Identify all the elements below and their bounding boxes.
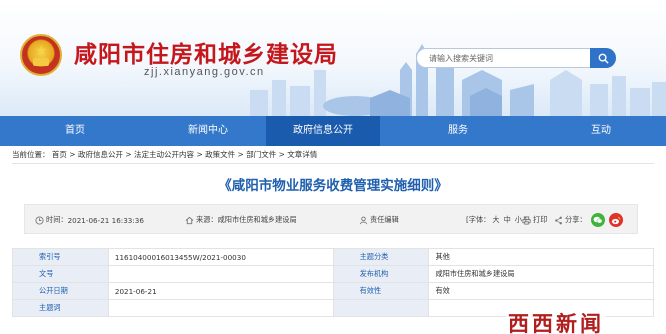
nav-item-gov-info[interactable]: 政府信息公开 xyxy=(266,116,380,146)
article-source: 来源： 咸阳市住房和城乡建设局 xyxy=(185,205,297,235)
breadcrumb-separator: > xyxy=(69,150,76,159)
search-button[interactable] xyxy=(590,48,616,68)
clock-icon xyxy=(35,215,44,225)
nav-item-interaction[interactable]: 互动 xyxy=(536,116,666,146)
print-button[interactable]: 打印 xyxy=(522,205,547,235)
meta-label xyxy=(332,299,430,317)
weibo-share-icon[interactable] xyxy=(608,213,623,227)
font-label: [字体： xyxy=(466,215,491,224)
source-value: 咸阳市住房和城乡建设局 xyxy=(217,215,297,224)
meta-label: 主题分类 xyxy=(332,248,430,266)
breadcrumb-item[interactable]: 政策文件 xyxy=(205,150,235,159)
site-title[interactable]: 咸阳市住房和城乡建设局 xyxy=(74,35,338,69)
print-label: 打印 xyxy=(533,215,548,224)
meta-value: 咸阳市住房和城乡建设局 xyxy=(428,265,654,283)
share-label: 分享： xyxy=(565,215,587,224)
user-icon xyxy=(359,216,368,224)
search-icon xyxy=(598,53,609,64)
wechat-share-icon[interactable] xyxy=(590,213,605,227)
nav-item-news[interactable]: 新闻中心 xyxy=(150,116,266,146)
meta-value: 有效 xyxy=(428,282,654,300)
breadcrumb-separator: > xyxy=(196,150,203,159)
font-small-button[interactable]: 小 xyxy=(515,215,522,225)
search-input[interactable] xyxy=(429,51,579,65)
editor-info: 责任编辑 xyxy=(359,205,399,235)
article-info-bar: 时间： 2021-06-21 16:33:36 来源： 咸阳市住房和城乡建设局 … xyxy=(24,204,638,234)
national-emblem-logo: ★ xyxy=(20,34,62,76)
font-large-button[interactable]: 大 xyxy=(492,215,499,225)
meta-label: 文号 xyxy=(12,265,109,283)
divider xyxy=(12,163,654,164)
site-header: ★ 咸阳市住房和城乡建设局 zjj.xianyang.gov.cn xyxy=(0,0,666,116)
share-area: 分享： xyxy=(554,205,623,235)
table-row: 文号 发布机构 咸阳市住房和城乡建设局 xyxy=(12,265,654,283)
editor-label: 责任编辑 xyxy=(370,215,399,224)
meta-value xyxy=(107,265,334,283)
search-box xyxy=(416,48,616,68)
breadcrumb-item-current: 文章详情 xyxy=(287,150,318,159)
meta-label: 索引号 xyxy=(12,248,109,266)
breadcrumb-item[interactable]: 部门文件 xyxy=(246,150,276,159)
document-meta-table: 索引号 11610400016013455W/2021-00030 主题分类 其… xyxy=(12,248,654,317)
main-nav: 首页 新闻中心 政府信息公开 服务 互动 xyxy=(0,116,666,146)
breadcrumb-separator: > xyxy=(237,150,244,159)
source-label: 来源： xyxy=(196,215,218,224)
share-icon xyxy=(555,216,562,224)
meta-value: 11610400016013455W/2021-00030 xyxy=(107,248,334,266)
font-size-control: [字体： 大 中 小 ] xyxy=(466,205,527,235)
breadcrumb: 当前位置： 首页 > 政府信息公开 > 法定主动公开内容 > 政策文件 > 部门… xyxy=(12,149,317,160)
meta-value xyxy=(107,299,334,317)
printer-icon xyxy=(522,215,531,225)
table-row: 公开日期 2021-06-21 有效性 有效 xyxy=(12,282,654,300)
nav-item-home[interactable]: 首页 xyxy=(0,116,150,146)
breadcrumb-item[interactable]: 首页 xyxy=(52,150,67,159)
site-url: zjj.xianyang.gov.cn xyxy=(144,66,265,78)
time-label: 时间： xyxy=(46,215,68,224)
meta-label: 有效性 xyxy=(332,282,430,300)
home-icon xyxy=(185,216,194,224)
meta-value: 2021-06-21 xyxy=(107,282,334,300)
breadcrumb-item[interactable]: 政府信息公开 xyxy=(78,150,123,159)
meta-label: 公开日期 xyxy=(12,282,109,300)
table-row: 索引号 11610400016013455W/2021-00030 主题分类 其… xyxy=(12,248,654,266)
source-watermark: 西西新闻 xyxy=(506,308,606,334)
meta-label: 主题词 xyxy=(12,299,109,317)
breadcrumb-prefix: 当前位置： xyxy=(12,150,50,159)
breadcrumb-separator: > xyxy=(278,150,285,159)
meta-label: 发布机构 xyxy=(332,265,430,283)
article-title: 《咸阳市物业服务收费管理实施细则》 xyxy=(218,178,448,194)
meta-value: 其他 xyxy=(428,248,654,266)
time-value: 2021-06-21 16:33:36 xyxy=(67,215,144,225)
breadcrumb-separator: > xyxy=(125,150,132,159)
publish-time: 时间： 2021-06-21 16:33:36 xyxy=(35,205,144,235)
breadcrumb-item[interactable]: 法定主动公开内容 xyxy=(134,150,194,159)
nav-item-service[interactable]: 服务 xyxy=(380,116,536,146)
font-medium-button[interactable]: 中 xyxy=(504,215,511,225)
